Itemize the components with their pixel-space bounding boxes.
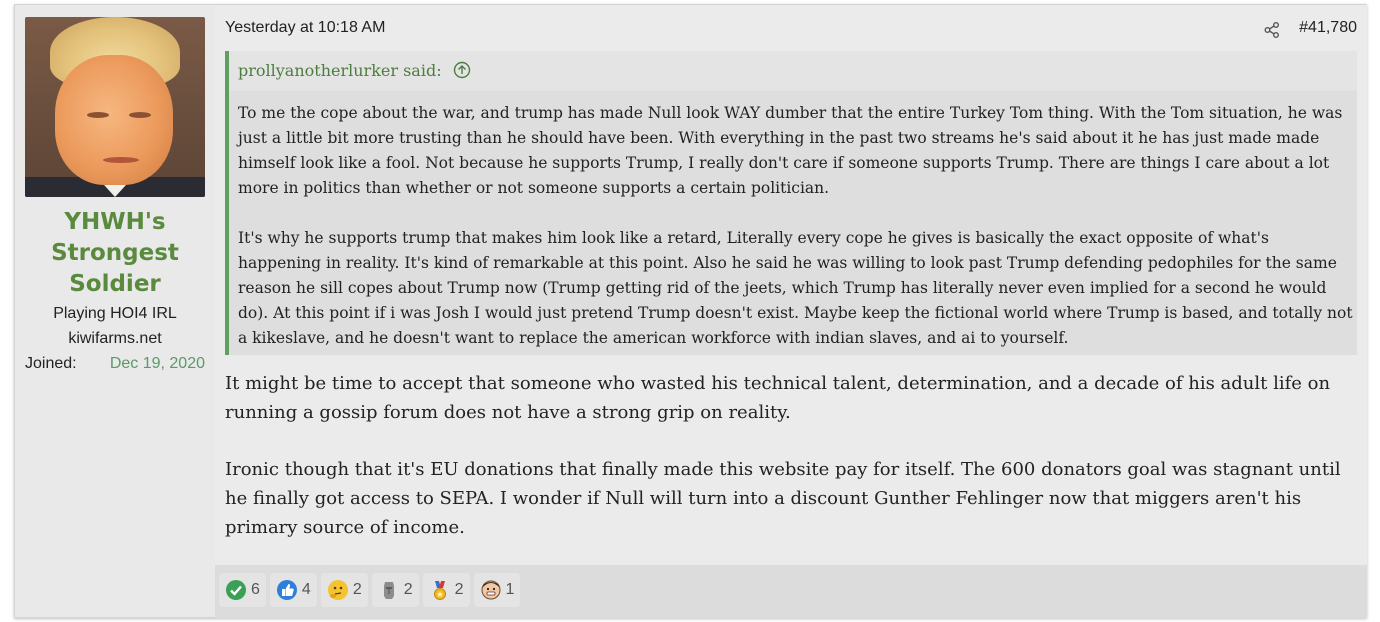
username-line: Strongest xyxy=(51,240,179,266)
post-number[interactable]: #41,780 xyxy=(1299,19,1357,37)
checkmark-icon xyxy=(226,580,246,600)
reaction-thinking[interactable]: 2 xyxy=(320,573,368,607)
reaction-moai[interactable]: 2 xyxy=(371,573,419,607)
user-title: Playing HOI4 IRL xyxy=(53,305,177,322)
thinking-face-icon xyxy=(327,580,348,600)
grinning-man-icon xyxy=(481,580,501,600)
joined-label: Joined: xyxy=(25,355,77,372)
user-info-panel: YHWH's Strongest Soldier Playing HOI4 IR… xyxy=(15,5,215,617)
reaction-count: 2 xyxy=(352,581,362,598)
share-icon[interactable] xyxy=(1263,21,1281,39)
quote-header: prollyanotherlurker said: xyxy=(229,51,1357,91)
quote-paragraph: To me the cope about the war, and trump … xyxy=(238,104,1343,197)
thumbs-up-icon xyxy=(276,580,297,600)
quote-block: prollyanotherlurker said: To me the cope… xyxy=(225,51,1357,355)
post-date[interactable]: Yesterday at 10:18 AM xyxy=(225,19,385,37)
joined-date: Dec 19, 2020 xyxy=(109,355,205,372)
reaction-count: 1 xyxy=(505,581,515,598)
username-line: Soldier xyxy=(69,271,161,297)
reaction-checkmark[interactable]: 6 xyxy=(219,573,266,607)
user-site: kiwifarms.net xyxy=(68,330,162,347)
post-paragraph: It might be time to accept that someone … xyxy=(225,373,1331,423)
reaction-thumbs-up[interactable]: 4 xyxy=(269,573,317,607)
reactions-bar: 6 4 2 2 2 1 xyxy=(219,573,521,607)
medal-icon xyxy=(433,581,446,600)
quote-body: To me the cope about the war, and trump … xyxy=(229,91,1355,351)
post-paragraph: Ironic though that it's EU donations tha… xyxy=(225,459,1341,538)
jump-to-quote-icon[interactable] xyxy=(453,61,471,79)
reaction-medal[interactable]: 2 xyxy=(422,573,470,607)
post-body: It might be time to accept that someone … xyxy=(225,369,1355,542)
quote-author[interactable]: prollyanotherlurker said: xyxy=(238,61,442,80)
reaction-count: 2 xyxy=(403,581,413,598)
reaction-count: 2 xyxy=(454,581,464,598)
post-content: Yesterday at 10:18 AM #41,780 prollyanot… xyxy=(215,5,1367,565)
quote-paragraph: It's why he supports trump that makes hi… xyxy=(238,229,1353,347)
reaction-count: 6 xyxy=(251,581,260,598)
user-avatar[interactable] xyxy=(25,17,205,197)
post-footer: 6 4 2 2 2 1 xyxy=(215,565,1367,618)
forum-post: YHWH's Strongest Soldier Playing HOI4 IR… xyxy=(14,4,1367,618)
username[interactable]: YHWH's Strongest Soldier xyxy=(15,207,215,300)
reaction-grinning-man[interactable]: 1 xyxy=(473,573,521,607)
reaction-count: 4 xyxy=(301,581,311,598)
moai-icon xyxy=(383,582,394,599)
username-line: YHWH's xyxy=(64,209,166,235)
